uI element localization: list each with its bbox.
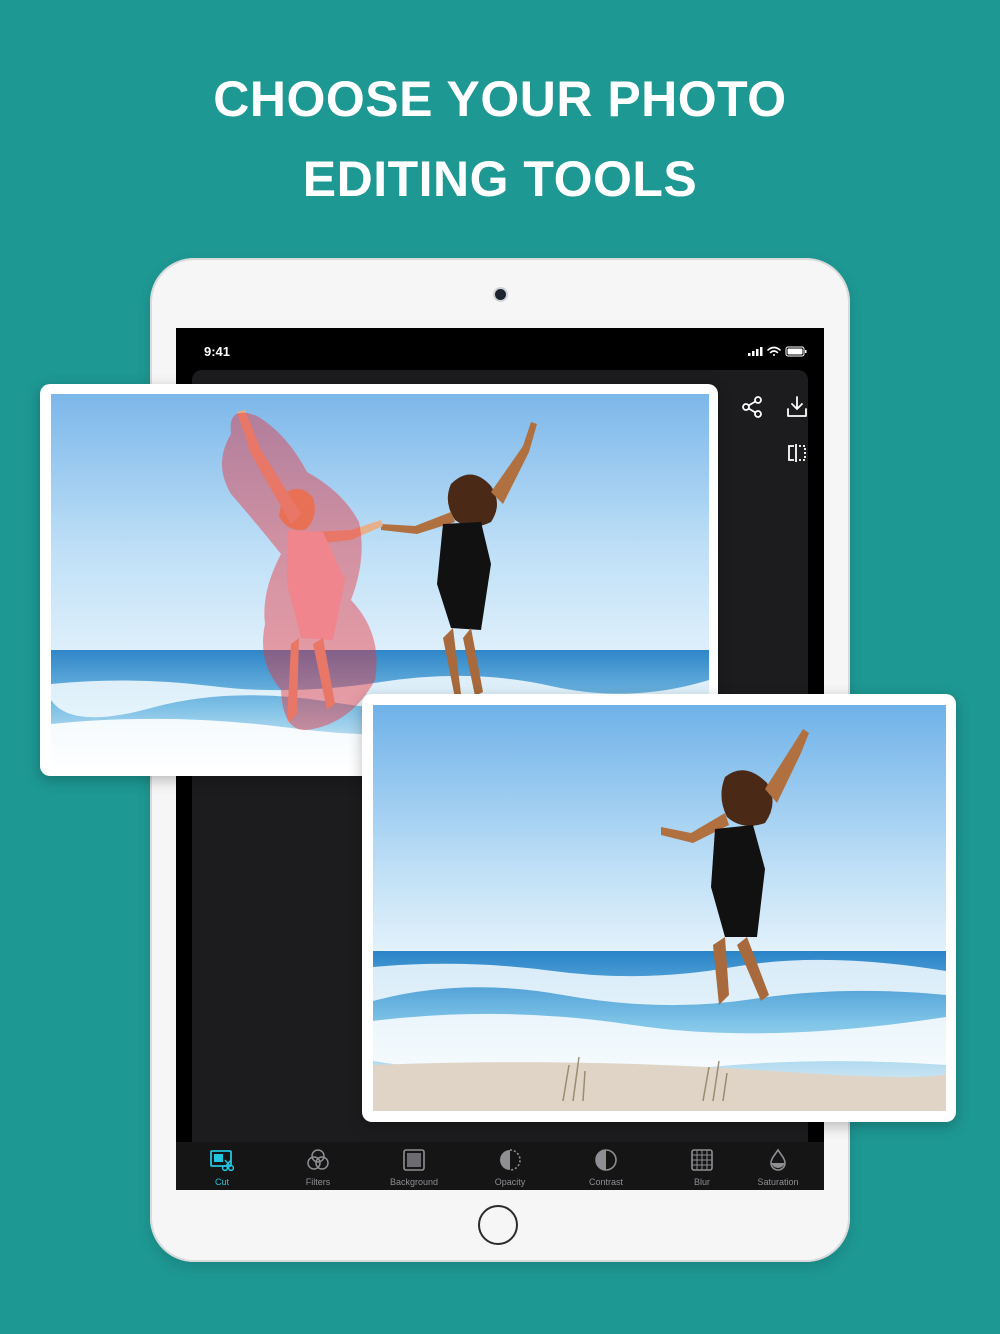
cellular-signal-icon	[748, 347, 763, 356]
status-icons	[748, 346, 807, 357]
tab-cut[interactable]: Cut	[176, 1142, 268, 1190]
status-time: 9:41	[204, 344, 231, 359]
home-button[interactable]	[478, 1205, 518, 1245]
tab-background[interactable]: Background	[368, 1142, 460, 1190]
opacity-icon	[500, 1149, 521, 1171]
tab-label: Filters	[305, 1177, 331, 1187]
tab-label: Cut	[214, 1177, 229, 1187]
after-photo	[373, 705, 946, 1111]
tab-contrast[interactable]: Contrast	[560, 1142, 652, 1190]
tool-tabbar: Cut Filters Background Opacity Contrast …	[176, 1142, 824, 1190]
contrast-icon	[595, 1149, 617, 1171]
headline-line-2: EDITING TOOLS	[302, 151, 698, 207]
wifi-icon	[767, 346, 781, 356]
tab-saturation[interactable]: Saturation	[732, 1142, 824, 1190]
after-photo-card	[362, 694, 956, 1122]
background-icon	[403, 1149, 425, 1171]
tab-opacity[interactable]: Opacity	[464, 1142, 556, 1190]
battery-icon	[785, 346, 807, 357]
filters-icon	[307, 1149, 329, 1170]
tab-label: Saturation	[757, 1177, 799, 1187]
tab-label: Background	[389, 1177, 439, 1187]
front-camera	[495, 289, 506, 300]
headline-line-1: CHOOSE YOUR PHOTO	[213, 71, 787, 127]
tab-label: Contrast	[588, 1177, 623, 1187]
cut-icon	[210, 1150, 234, 1172]
blur-icon	[691, 1149, 713, 1171]
download-icon[interactable]	[784, 394, 810, 420]
share-icon[interactable]	[740, 394, 766, 420]
tab-label: Opacity	[494, 1177, 526, 1187]
compare-icon[interactable]	[784, 440, 810, 466]
tab-filters[interactable]: Filters	[272, 1142, 364, 1190]
saturation-icon	[770, 1148, 786, 1171]
